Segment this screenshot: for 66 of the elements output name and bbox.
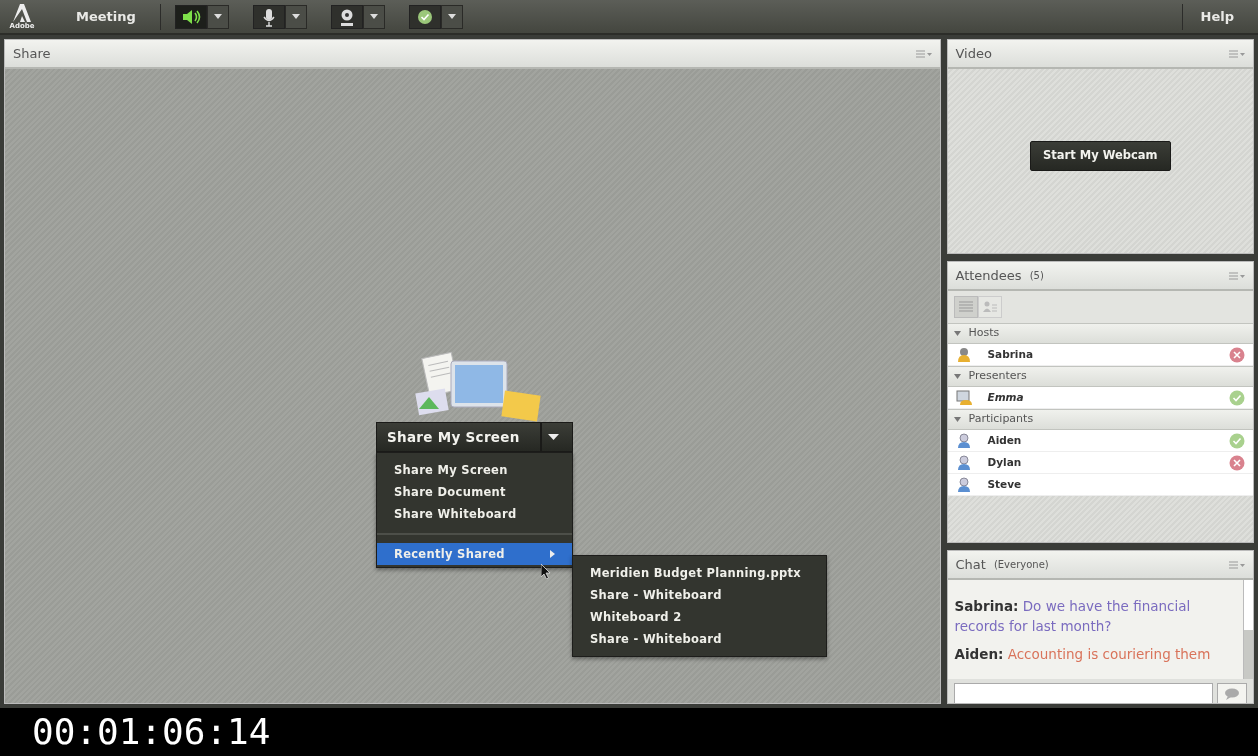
- attendee-row[interactable]: Emma: [947, 387, 1253, 409]
- menu-item[interactable]: Share Whiteboard: [377, 503, 572, 526]
- caret-icon: [213, 14, 222, 19]
- panel-subtitle: (Everyone): [993, 558, 1049, 572]
- caret-down-icon: [953, 373, 961, 380]
- attendee-name[interactable]: Sabrina: [987, 346, 1229, 363]
- caret-icon: [369, 14, 378, 19]
- caret-icon: [447, 14, 456, 19]
- menu-item[interactable]: Share - Whiteboard: [573, 584, 826, 606]
- speaker-button[interactable]: [174, 4, 207, 29]
- chat-input-field[interactable]: [953, 683, 1213, 703]
- caret-down-icon: [953, 416, 961, 423]
- attendee-row[interactable]: Dylan: [947, 452, 1253, 474]
- group-label: Hosts: [968, 325, 1000, 342]
- meeting-menu[interactable]: Meeting: [76, 6, 136, 27]
- chat-message: Aiden: Accounting is couriering them: [954, 645, 1212, 664]
- panel-title: Share: [13, 44, 51, 63]
- logo-mark-icon: [12, 3, 32, 22]
- participant-user-icon: [955, 454, 972, 471]
- menu-item[interactable]: Share Document: [377, 481, 572, 504]
- menu-item[interactable]: Recently Shared: [377, 543, 572, 566]
- share-my-screen-button[interactable]: Share My Screen: [376, 422, 541, 453]
- dropdown-button[interactable]: [206, 4, 229, 29]
- microphone-button[interactable]: [252, 4, 285, 29]
- participant-user-icon: [955, 476, 972, 493]
- menu-item[interactable]: Meridien Budget Planning.pptx: [573, 562, 826, 584]
- attendee-name[interactable]: Steve: [987, 476, 1245, 493]
- dropdown-button[interactable]: [440, 4, 463, 29]
- menu-item[interactable]: Whiteboard 2: [573, 606, 826, 628]
- attendee-name[interactable]: Dylan: [987, 454, 1229, 471]
- timecode: 00:01:06:14: [32, 710, 271, 754]
- dropdown-button[interactable]: [284, 4, 307, 29]
- menu-item[interactable]: Share My Screen: [377, 459, 572, 482]
- group-label: Presenters: [968, 368, 1027, 385]
- panel-subtitle: (5): [1029, 269, 1044, 283]
- panel-title: Chat: [955, 555, 986, 574]
- dropdown-button[interactable]: [362, 4, 385, 29]
- group-header[interactable]: Participants: [947, 409, 1253, 430]
- speech-bubble-icon: [1224, 688, 1240, 700]
- participant-user-icon: [955, 432, 972, 449]
- caret-icon: [291, 14, 300, 19]
- menu-item[interactable]: Share - Whiteboard: [573, 628, 826, 650]
- attendee-row[interactable]: Sabrina: [947, 344, 1253, 366]
- host-user-icon: [955, 346, 972, 363]
- panel-title: Video: [955, 44, 992, 63]
- presenter-user-icon: [955, 389, 972, 406]
- caret-down-icon: [953, 330, 961, 337]
- person-list-icon: [982, 301, 997, 313]
- group-header[interactable]: Presenters: [947, 366, 1253, 387]
- submenu-arrow-icon: [550, 550, 555, 559]
- group-label: Participants: [968, 411, 1034, 428]
- panel-title: Attendees: [955, 266, 1022, 285]
- status-button[interactable]: [408, 4, 441, 29]
- help-menu[interactable]: Help: [1200, 6, 1234, 27]
- attendee-name[interactable]: Aiden: [987, 432, 1229, 449]
- list-icon: [958, 301, 973, 313]
- dropdown-button[interactable]: [541, 422, 573, 453]
- group-header[interactable]: Hosts: [947, 323, 1253, 344]
- start-webcam-button[interactable]: Start My Webcam: [1030, 141, 1171, 171]
- attendee-row[interactable]: Steve: [947, 474, 1253, 496]
- scrollbar[interactable]: [1242, 580, 1253, 679]
- attendee-name[interactable]: Emma: [987, 389, 1229, 406]
- webcam-button[interactable]: [330, 4, 363, 29]
- chat-message: Sabrina: Do we have the financial records for last month?: [954, 597, 1192, 636]
- caret-icon: [548, 434, 559, 441]
- attendee-row[interactable]: Aiden: [947, 430, 1253, 452]
